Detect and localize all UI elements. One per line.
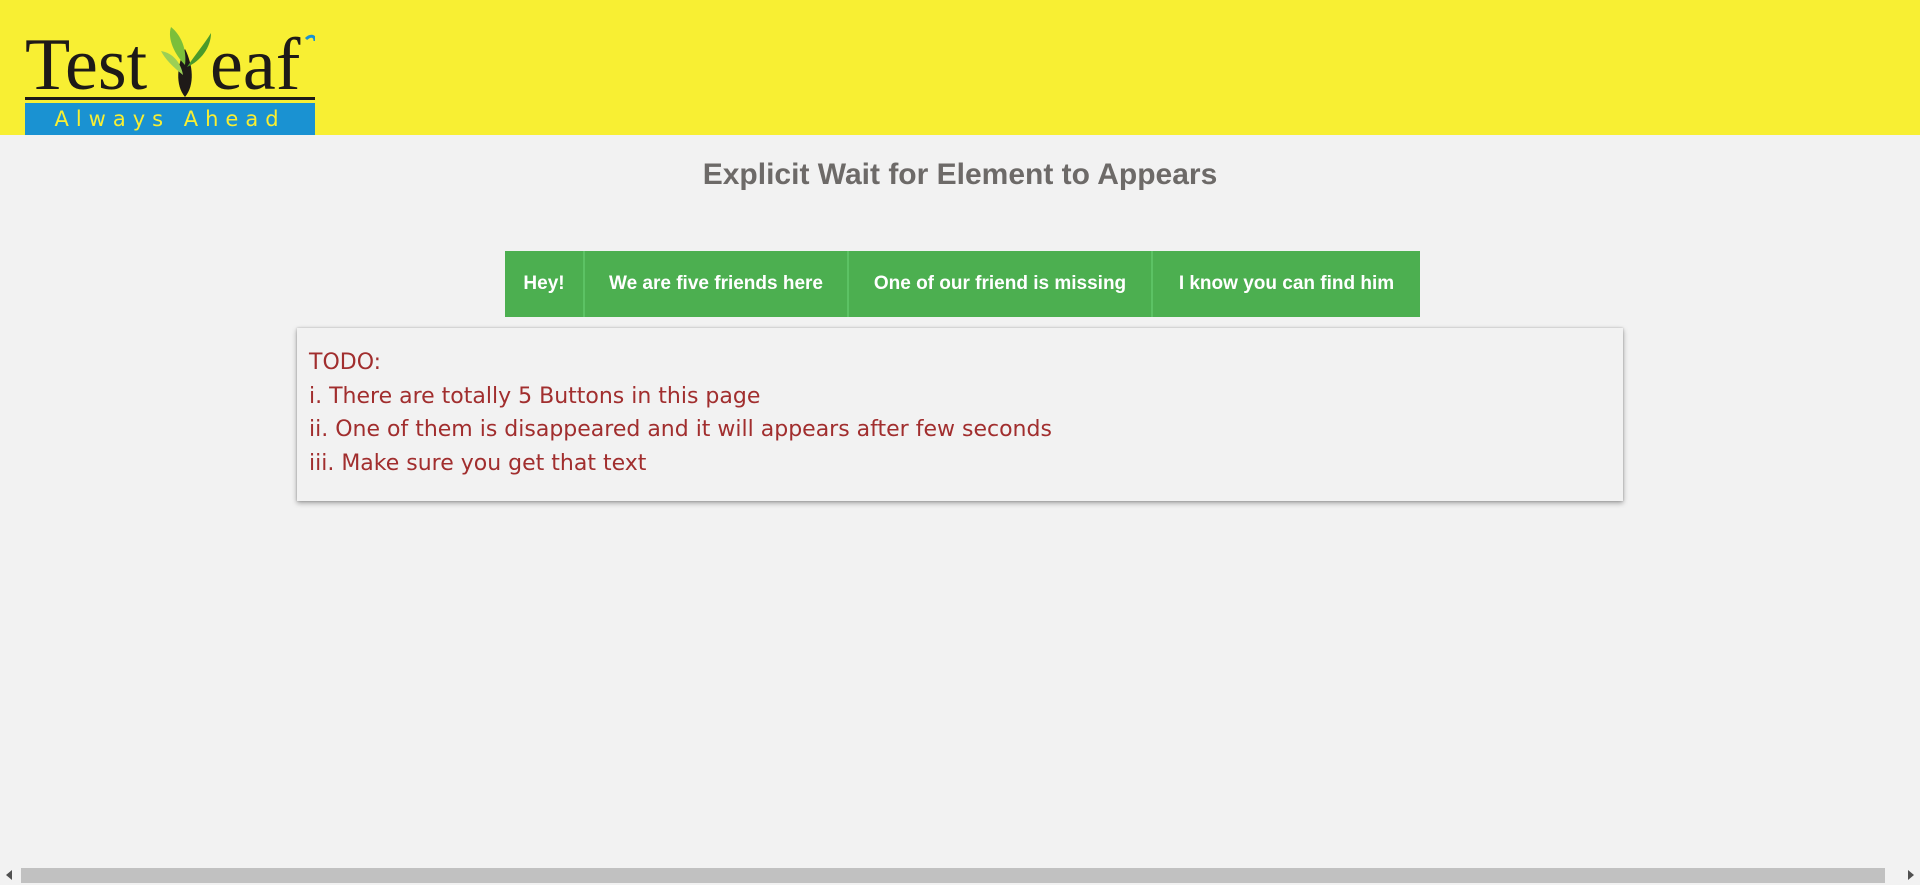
logo-tagline: Always Ahead xyxy=(25,103,315,135)
todo-item: i. There are totally 5 Buttons in this p… xyxy=(309,383,761,409)
scrollbar-thumb[interactable] xyxy=(21,868,1885,883)
todo-panel: TODO: i. There are totally 5 Buttons in … xyxy=(297,328,1623,501)
hey-button[interactable]: Hey! xyxy=(505,251,585,317)
scroll-left-arrow-icon[interactable] xyxy=(6,870,12,880)
scroll-right-arrow-icon[interactable] xyxy=(1908,870,1914,880)
find-him-button[interactable]: I know you can find him xyxy=(1153,251,1420,317)
todo-item: ii. One of them is disappeared and it wi… xyxy=(309,417,1052,442)
todo-heading: TODO: xyxy=(309,350,382,375)
page-title: Explicit Wait for Element to Appears xyxy=(702,158,1218,191)
page-header: Test eaf Always Ahead xyxy=(0,0,1920,135)
svg-text:Test: Test xyxy=(25,25,148,103)
logo-wordmark: Test eaf xyxy=(25,24,317,106)
logo-wordmark-graphic: Test eaf xyxy=(25,24,317,106)
testleaf-logo[interactable]: Test eaf Always Ahead xyxy=(25,24,317,135)
button-group: Hey! We are five friends here One of our… xyxy=(505,251,1420,317)
five-friends-button[interactable]: We are five friends here xyxy=(585,251,849,317)
todo-item: iii. Make sure you get that text xyxy=(309,450,647,476)
horizontal-scrollbar[interactable] xyxy=(0,866,1920,885)
svg-text:eaf: eaf xyxy=(210,25,301,103)
friend-missing-button[interactable]: One of our friend is missing xyxy=(849,251,1153,317)
